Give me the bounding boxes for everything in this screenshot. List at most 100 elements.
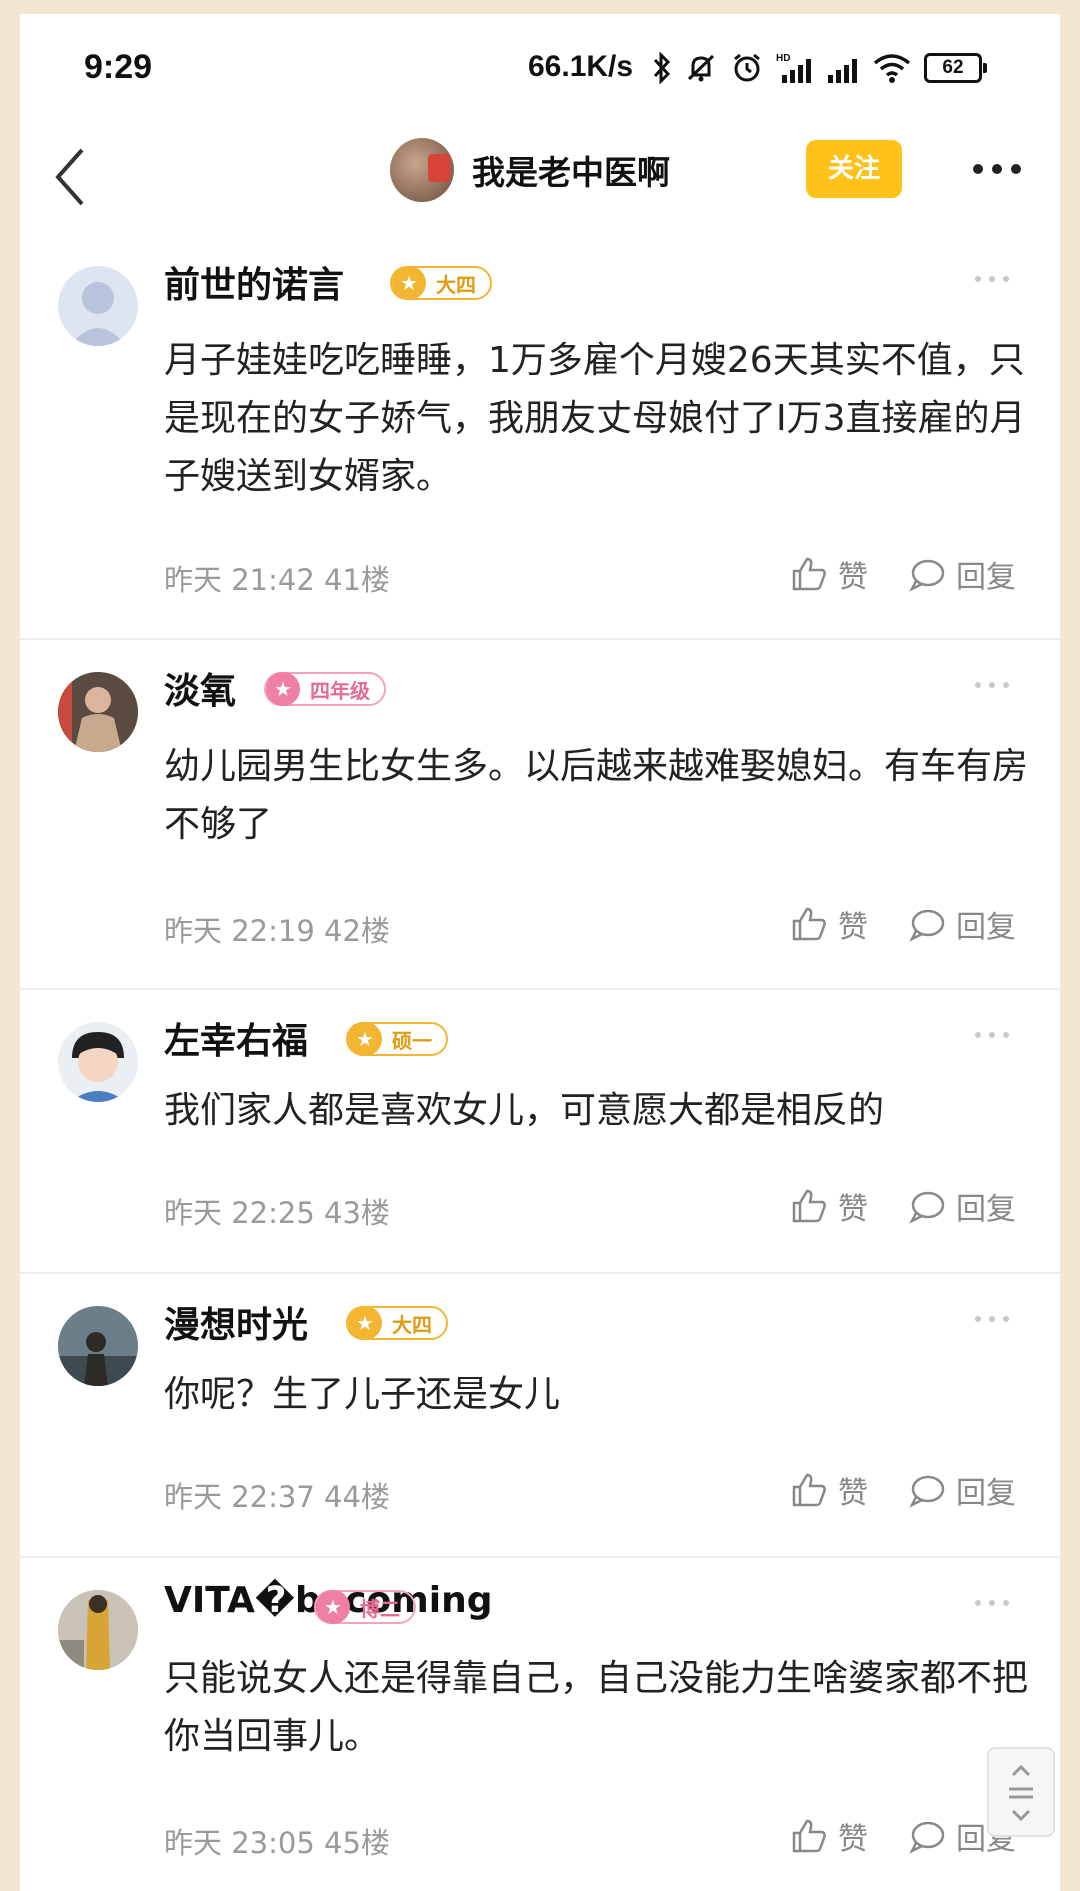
comment-actions: 赞 回复: [790, 1468, 1016, 1512]
chat-bubble-icon: [909, 1475, 945, 1508]
comment-options-icon[interactable]: [972, 274, 1012, 284]
thumbs-up-icon: [792, 907, 826, 941]
chat-bubble-icon: [909, 909, 945, 942]
username[interactable]: 淡氧: [164, 662, 236, 714]
back-button[interactable]: [42, 142, 102, 212]
screen: 9:29 66.1K/s HD 62 我是老中医啊 关注 前世的诺言 ★ 大四 …: [20, 14, 1060, 1891]
reply-label: 回复: [956, 560, 1016, 595]
author-avatar[interactable]: [390, 138, 454, 202]
avatar[interactable]: [58, 1306, 138, 1386]
reply-button[interactable]: 回复: [908, 1468, 1016, 1512]
comment-actions: 赞 回复: [790, 1814, 1016, 1858]
level-badge: ★ 硕一: [346, 1022, 448, 1056]
like-button[interactable]: 赞: [790, 1184, 868, 1228]
svg-text:HD: HD: [776, 53, 790, 64]
thumbs-up-icon: [792, 1819, 826, 1853]
reply-label: 回复: [956, 910, 1016, 945]
scroll-nav-button[interactable]: [987, 1747, 1055, 1837]
network-speed: 66.1K/s: [528, 50, 634, 83]
comment-meta: 昨天 22:25 43楼: [164, 1196, 390, 1230]
comment-text: 月子娃娃吃吃睡睡，1万多雇个月嫂26天其实不值，只是现在的女子娇气，我朋友丈母娘…: [164, 340, 1026, 497]
comment-actions: 赞 回复: [790, 902, 1016, 946]
avatar[interactable]: [58, 672, 138, 752]
reply-button[interactable]: 回复: [908, 902, 1016, 946]
like-label: 赞: [838, 1192, 868, 1227]
like-label: 赞: [838, 1476, 868, 1511]
more-options-icon[interactable]: [970, 154, 1024, 184]
avatar[interactable]: [58, 266, 138, 346]
avatar[interactable]: [58, 1022, 138, 1102]
follow-button[interactable]: 关注: [806, 140, 902, 198]
star-icon: ★: [392, 266, 426, 300]
username[interactable]: 前世的诺言: [164, 256, 344, 308]
level-badge: ★ 博二: [314, 1590, 416, 1624]
comment-meta: 昨天 23:05 45楼: [164, 1826, 390, 1860]
badge-label: 博二: [360, 1596, 400, 1621]
level-badge: ★ 大四: [390, 266, 492, 300]
badge-label: 大四: [436, 272, 476, 297]
like-button[interactable]: 赞: [790, 552, 868, 596]
alarm-icon: [734, 53, 760, 82]
comment-item: 前世的诺言 ★ 大四 月子娃娃吃吃睡睡，1万多雇个月嫂26天其实不值，只是现在的…: [20, 234, 1060, 640]
like-label: 赞: [838, 1822, 868, 1857]
like-button[interactable]: 赞: [790, 1468, 868, 1512]
comment-meta: 昨天 22:37 44楼: [164, 1480, 390, 1514]
star-icon: ★: [316, 1590, 350, 1624]
star-icon: ★: [348, 1306, 382, 1340]
comment-options-icon[interactable]: [972, 1314, 1012, 1324]
chat-bubble-icon: [909, 1191, 945, 1224]
comment-text: 只能说女人还是得靠自己，自己没能力生啥婆家都不把你当回事儿。: [164, 1658, 1029, 1757]
author-info[interactable]: 我是老中医啊: [390, 138, 670, 202]
chat-bubble-icon: [909, 559, 945, 592]
comment-meta: 昨天 21:42 41楼: [164, 563, 390, 597]
username[interactable]: 漫想时光: [164, 1296, 308, 1348]
wifi-icon: [873, 54, 911, 83]
status-bar: 9:29 66.1K/s HD 62: [20, 14, 1060, 124]
comment-meta: 昨天 22:19 42楼: [164, 914, 390, 948]
thumbs-up-icon: [792, 1189, 826, 1223]
comment-options-icon[interactable]: [972, 680, 1012, 690]
mute-icon: [687, 54, 715, 82]
thumbs-up-icon: [792, 1473, 826, 1507]
bluetooth-icon: [653, 51, 671, 85]
comment-text: 幼儿园男生比女生多。以后越来越难娶媳妇。有车有房不够了: [164, 746, 1029, 845]
badge-label: 硕一: [392, 1028, 432, 1053]
level-badge: ★ 大四: [346, 1306, 448, 1340]
avatar[interactable]: [58, 1590, 138, 1670]
like-label: 赞: [838, 560, 868, 595]
status-time: 9:29: [84, 48, 153, 86]
like-button[interactable]: 赞: [790, 1814, 868, 1858]
thread-header: 我是老中医啊 关注: [20, 124, 1060, 234]
author-name[interactable]: 我是老中医啊: [472, 146, 670, 194]
chat-bubble-icon: [909, 1821, 945, 1854]
comment-list: 前世的诺言 ★ 大四 月子娃娃吃吃睡睡，1万多雇个月嫂26天其实不值，只是现在的…: [20, 234, 1060, 1891]
comment-item: 淡氧 ★ 四年级 幼儿园男生比女生多。以后越来越难娶媳妇。有车有房不够了 昨天 …: [20, 640, 1060, 990]
reply-label: 回复: [956, 1192, 1016, 1227]
comment-actions: 赞 回复: [790, 1184, 1016, 1228]
thumbs-up-icon: [792, 557, 826, 591]
badge-label: 大四: [392, 1312, 432, 1337]
badge-label: 四年级: [310, 678, 370, 703]
username[interactable]: 左幸右福: [164, 1012, 308, 1064]
like-button[interactable]: 赞: [790, 902, 868, 946]
level-badge: ★ 四年级: [264, 672, 386, 706]
reply-button[interactable]: 回复: [908, 1184, 1016, 1228]
comment-options-icon[interactable]: [972, 1030, 1012, 1040]
comment-item: 左幸右福 ★ 硕一 我们家人都是喜欢女儿，可意愿大都是相反的 昨天 22:25 …: [20, 990, 1060, 1274]
scroll-icon: [1009, 1764, 1033, 1822]
star-icon: ★: [348, 1022, 382, 1056]
reply-label: 回复: [956, 1476, 1016, 1511]
comment-item: VITA�becoming ★ 博二 只能说女人还是得靠自己，自己没能力生啥婆家…: [20, 1558, 1060, 1891]
comment-actions: 赞 回复: [790, 552, 1016, 596]
reply-button[interactable]: 回复: [908, 552, 1016, 596]
hd-signal-icon: HD: [776, 53, 811, 83]
comment-item: 漫想时光 ★ 大四 你呢？生了儿子还是女儿 昨天 22:37 44楼 赞 回复: [20, 1274, 1060, 1558]
signal-icon: [828, 59, 857, 83]
status-icons: HD 62: [652, 46, 987, 90]
like-label: 赞: [838, 910, 868, 945]
battery-icon: 62: [924, 53, 987, 83]
comment-options-icon[interactable]: [972, 1598, 1012, 1608]
comment-text: 我们家人都是喜欢女儿，可意愿大都是相反的: [164, 1090, 885, 1131]
star-icon: ★: [266, 672, 300, 706]
comment-text: 你呢？生了儿子还是女儿: [164, 1374, 561, 1415]
